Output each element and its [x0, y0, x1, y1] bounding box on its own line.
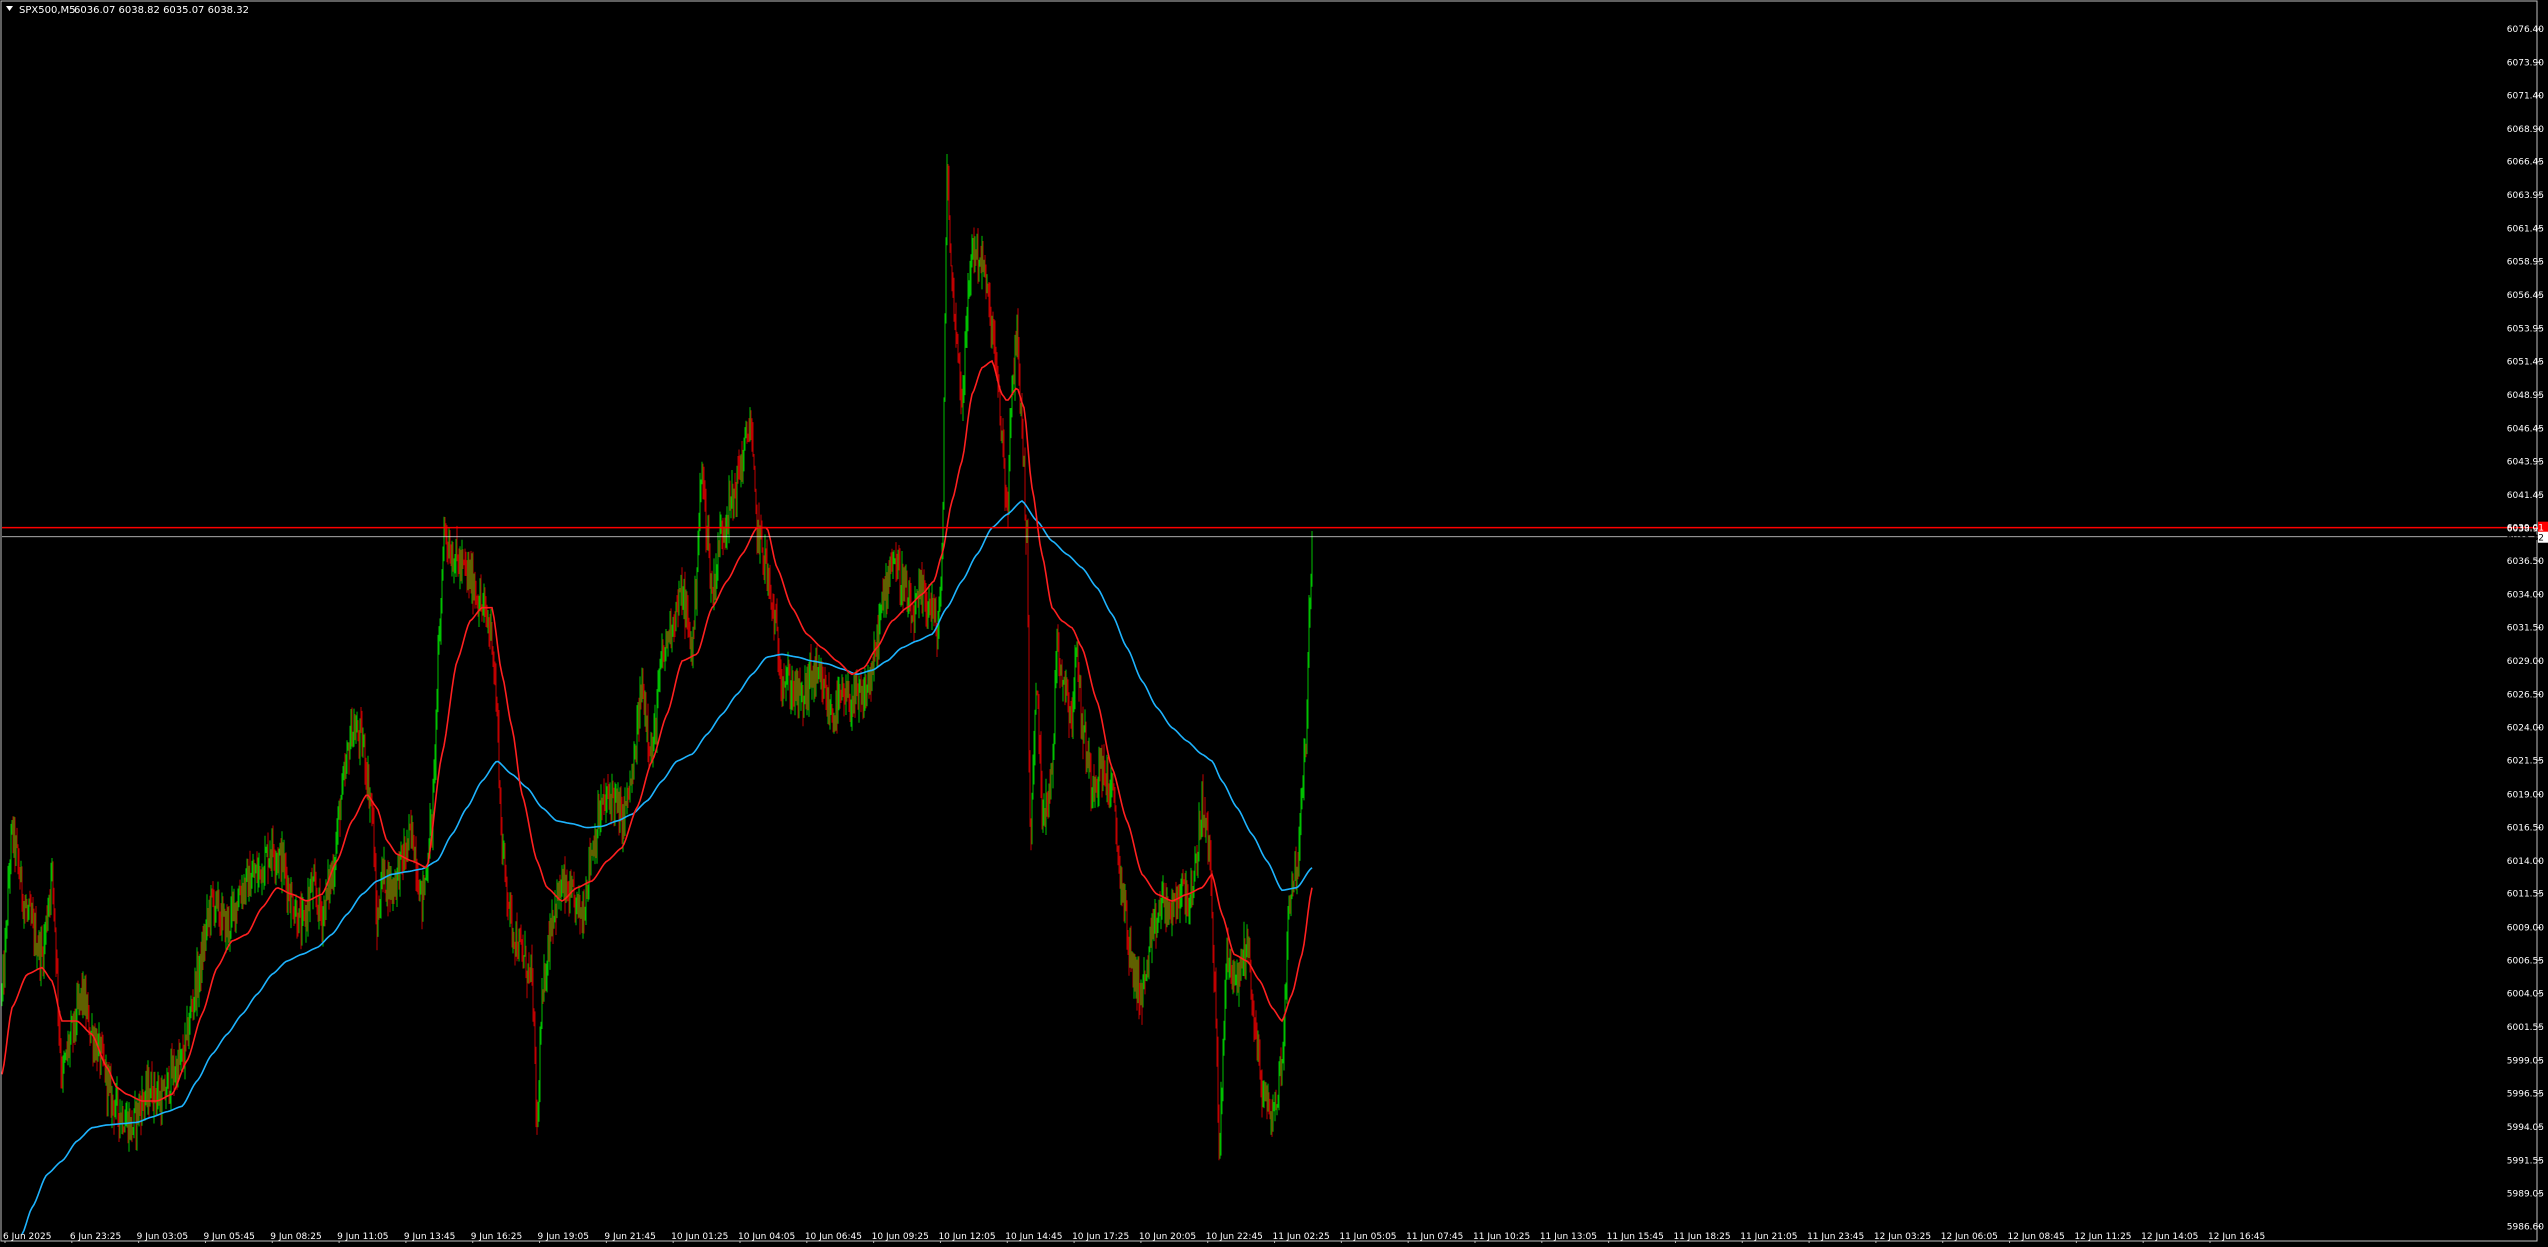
price-tick-label: 6066.45 [2507, 158, 2544, 168]
price-tick-label: 6071.40 [2507, 92, 2544, 102]
time-tick-label: 10 Jun 14:45 [1005, 1232, 1062, 1242]
time-tick-label: 6 Jun 2025 [3, 1232, 51, 1242]
time-tick-label: 12 Jun 08:45 [2008, 1232, 2065, 1242]
price-tick-label: 6058.95 [2507, 258, 2544, 268]
chart-window[interactable]: 6076.40 6073.90 6071.40 6068.90 6066.45 6063.… [0, 0, 2548, 1243]
price-tick-label: 6021.55 [2507, 756, 2544, 766]
price-tick-label: 6029.00 [2507, 657, 2544, 667]
price-tick-label: 6031.50 [2507, 624, 2544, 634]
price-chart[interactable]: 6076.40 6073.90 6071.40 6068.90 6066.45 6063.… [0, 0, 2548, 1243]
price-tick-label: 6068.90 [2507, 125, 2544, 135]
time-tick-label: 9 Jun 08:25 [270, 1232, 321, 1242]
time-tick-label: 10 Jun 01:25 [671, 1232, 728, 1242]
time-tick-label: 6 Jun 23:25 [70, 1232, 121, 1242]
price-tick-label: 6041.45 [2507, 491, 2544, 501]
price-tick-label: 6048.95 [2507, 391, 2544, 401]
time-tick-label: 11 Jun 18:25 [1673, 1232, 1730, 1242]
price-tick-label: 6019.00 [2507, 790, 2544, 800]
price-tick-label: 6009.00 [2507, 924, 2544, 934]
time-tick-label: 10 Jun 20:05 [1139, 1232, 1196, 1242]
time-tick-label: 11 Jun 21:05 [1740, 1232, 1797, 1242]
price-tick-label: 6063.95 [2507, 191, 2544, 201]
time-tick-label: 12 Jun 11:25 [2074, 1232, 2131, 1242]
price-tick-label: 6051.45 [2507, 358, 2544, 368]
price-tick-label: 6061.45 [2507, 224, 2544, 234]
time-tick-label: 11 Jun 23:45 [1807, 1232, 1864, 1242]
time-tick-label: 9 Jun 11:05 [337, 1232, 388, 1242]
current-price-label: 6038.32 [2507, 534, 2544, 544]
price-tick-label: 6043.95 [2507, 458, 2544, 468]
price-tick-label: 5994.05 [2507, 1123, 2544, 1133]
price-tick-label: 6024.00 [2507, 724, 2544, 734]
price-tick-label: 6004.05 [2507, 990, 2544, 1000]
time-tick-label: 9 Jun 19:05 [538, 1232, 589, 1242]
time-tick-label: 12 Jun 16:45 [2208, 1232, 2265, 1242]
time-tick-label: 10 Jun 17:25 [1072, 1232, 1129, 1242]
time-tick-label: 9 Jun 03:05 [137, 1232, 188, 1242]
time-tick-label: 9 Jun 05:45 [203, 1232, 254, 1242]
price-tick-label: 5989.05 [2507, 1190, 2544, 1200]
time-tick-label: 11 Jun 13:05 [1540, 1232, 1597, 1242]
price-tick-label: 6034.00 [2507, 590, 2544, 600]
price-tick-label: 6076.40 [2507, 25, 2544, 35]
time-tick-label: 10 Jun 09:25 [872, 1232, 929, 1242]
time-tick-label: 10 Jun 12:05 [938, 1232, 995, 1242]
time-tick-label: 11 Jun 05:05 [1339, 1232, 1396, 1242]
time-tick-label: 12 Jun 03:25 [1874, 1232, 1931, 1242]
time-tick-label: 9 Jun 16:25 [471, 1232, 522, 1242]
price-tick-label: 6073.90 [2507, 58, 2544, 68]
price-tick-label: 6001.55 [2507, 1023, 2544, 1033]
time-tick-label: 11 Jun 02:25 [1273, 1232, 1330, 1242]
time-tick-label: 9 Jun 13:45 [404, 1232, 455, 1242]
time-tick-label: 12 Jun 14:05 [2141, 1232, 2198, 1242]
price-tick-label: 6036.50 [2507, 557, 2544, 567]
ohlc-readout: 6036.07 6038.82 6035.07 6038.32 [74, 5, 249, 16]
symbol-label: SPX500,M5 [19, 5, 75, 16]
price-tick-label: 6026.50 [2507, 690, 2544, 700]
price-tick-label: 6014.00 [2507, 857, 2544, 867]
time-tick-label: 9 Jun 21:45 [604, 1232, 655, 1242]
time-tick-label: 10 Jun 04:05 [738, 1232, 795, 1242]
price-tick-label: 5999.05 [2507, 1056, 2544, 1066]
price-tick-label: 5996.55 [2507, 1090, 2544, 1100]
chart-background [0, 0, 2548, 1243]
time-tick-label: 12 Jun 06:05 [1941, 1232, 1998, 1242]
chart-header: SPX500,M5 6036.07 6038.82 6035.07 6038.3… [6, 5, 249, 16]
price-tick-label: 6016.50 [2507, 824, 2544, 834]
price-tick-label: 6046.45 [2507, 424, 2544, 434]
time-tick-label: 11 Jun 15:45 [1607, 1232, 1664, 1242]
price-tick-label: 5986.60 [2507, 1222, 2544, 1232]
price-tick-label: 5991.55 [2507, 1156, 2544, 1166]
price-tick-label: 6006.55 [2507, 956, 2544, 966]
price-tick-label: 6011.55 [2507, 890, 2544, 900]
time-tick-label: 10 Jun 22:45 [1206, 1232, 1263, 1242]
time-tick-label: 10 Jun 06:45 [805, 1232, 862, 1242]
time-tick-label: 11 Jun 10:25 [1473, 1232, 1530, 1242]
time-tick-label: 11 Jun 07:45 [1406, 1232, 1463, 1242]
price-tick-label: 6053.95 [2507, 324, 2544, 334]
price-tick-label: 6056.45 [2507, 291, 2544, 301]
